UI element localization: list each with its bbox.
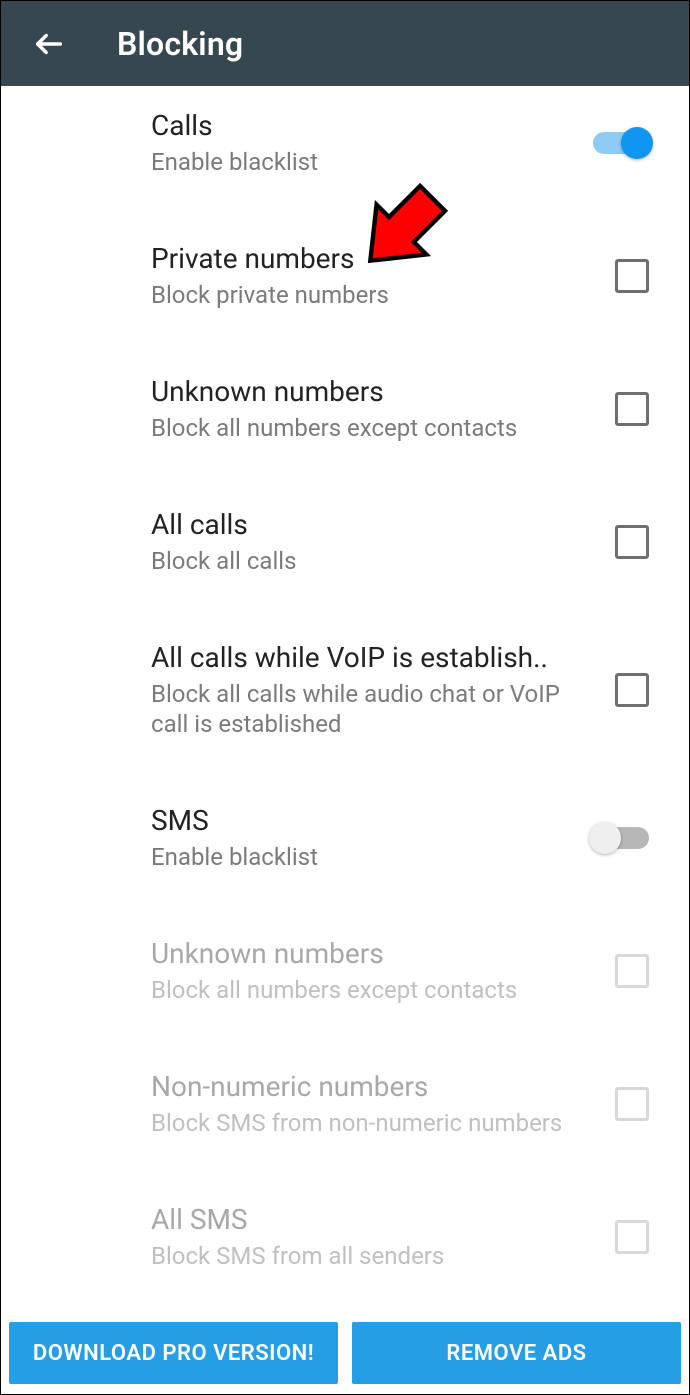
setting-title: Private numbers [151, 241, 595, 276]
back-button[interactable] [29, 24, 69, 64]
setting-all-sms[interactable]: All SMS Block SMS from all senders [1, 1160, 689, 1293]
arrow-back-icon [32, 27, 66, 61]
all-calls-checkbox[interactable] [615, 525, 649, 559]
page-title: Blocking [117, 25, 243, 63]
calls-switch[interactable] [593, 132, 649, 154]
private-numbers-checkbox[interactable] [615, 259, 649, 293]
remove-ads-button[interactable]: REMOVE ADS [352, 1322, 681, 1384]
setting-subtitle: Block all calls while audio chat or VoIP… [151, 679, 595, 739]
non-numeric-checkbox[interactable] [615, 1087, 649, 1121]
settings-list: Calls Enable blacklist Private numbers B… [1, 86, 689, 1314]
setting-unknown-numbers[interactable]: Unknown numbers Block all numbers except… [1, 332, 689, 465]
setting-all-calls[interactable]: All calls Block all calls [1, 465, 689, 598]
bottom-bar: DOWNLOAD PRO VERSION! REMOVE ADS [9, 1322, 681, 1384]
sms-switch[interactable] [593, 827, 649, 849]
setting-subtitle: Block all numbers except contacts [151, 413, 595, 443]
setting-voip-calls[interactable]: All calls while VoIP is establish.. Bloc… [1, 598, 689, 761]
setting-subtitle: Block all numbers except contacts [151, 975, 595, 1005]
setting-calls[interactable]: Calls Enable blacklist [1, 86, 689, 199]
all-sms-checkbox[interactable] [615, 1220, 649, 1254]
setting-subtitle: Block all calls [151, 546, 595, 576]
setting-title: All SMS [151, 1202, 595, 1237]
app-bar: Blocking [1, 1, 689, 86]
setting-title: Non-numeric numbers [151, 1069, 595, 1104]
download-pro-button[interactable]: DOWNLOAD PRO VERSION! [9, 1322, 338, 1384]
sms-unknown-checkbox[interactable] [615, 954, 649, 988]
setting-title: Unknown numbers [151, 936, 595, 971]
setting-sms[interactable]: SMS Enable blacklist [1, 761, 689, 894]
setting-title: Unknown numbers [151, 374, 595, 409]
setting-non-numeric[interactable]: Non-numeric numbers Block SMS from non-n… [1, 1027, 689, 1160]
setting-subtitle: Enable blacklist [151, 842, 573, 872]
setting-subtitle: Block private numbers [151, 280, 595, 310]
setting-sms-unknown[interactable]: Unknown numbers Block all numbers except… [1, 894, 689, 1027]
setting-subtitle: Block SMS from all senders [151, 1241, 595, 1271]
setting-title: Calls [151, 108, 573, 143]
unknown-numbers-checkbox[interactable] [615, 392, 649, 426]
setting-subtitle: Block SMS from non-numeric numbers [151, 1108, 595, 1138]
setting-title: SMS [151, 803, 573, 838]
setting-title: All calls [151, 507, 595, 542]
setting-title: All calls while VoIP is establish.. [151, 640, 595, 675]
setting-private-numbers[interactable]: Private numbers Block private numbers [1, 199, 689, 332]
voip-calls-checkbox[interactable] [615, 673, 649, 707]
setting-subtitle: Enable blacklist [151, 147, 573, 177]
